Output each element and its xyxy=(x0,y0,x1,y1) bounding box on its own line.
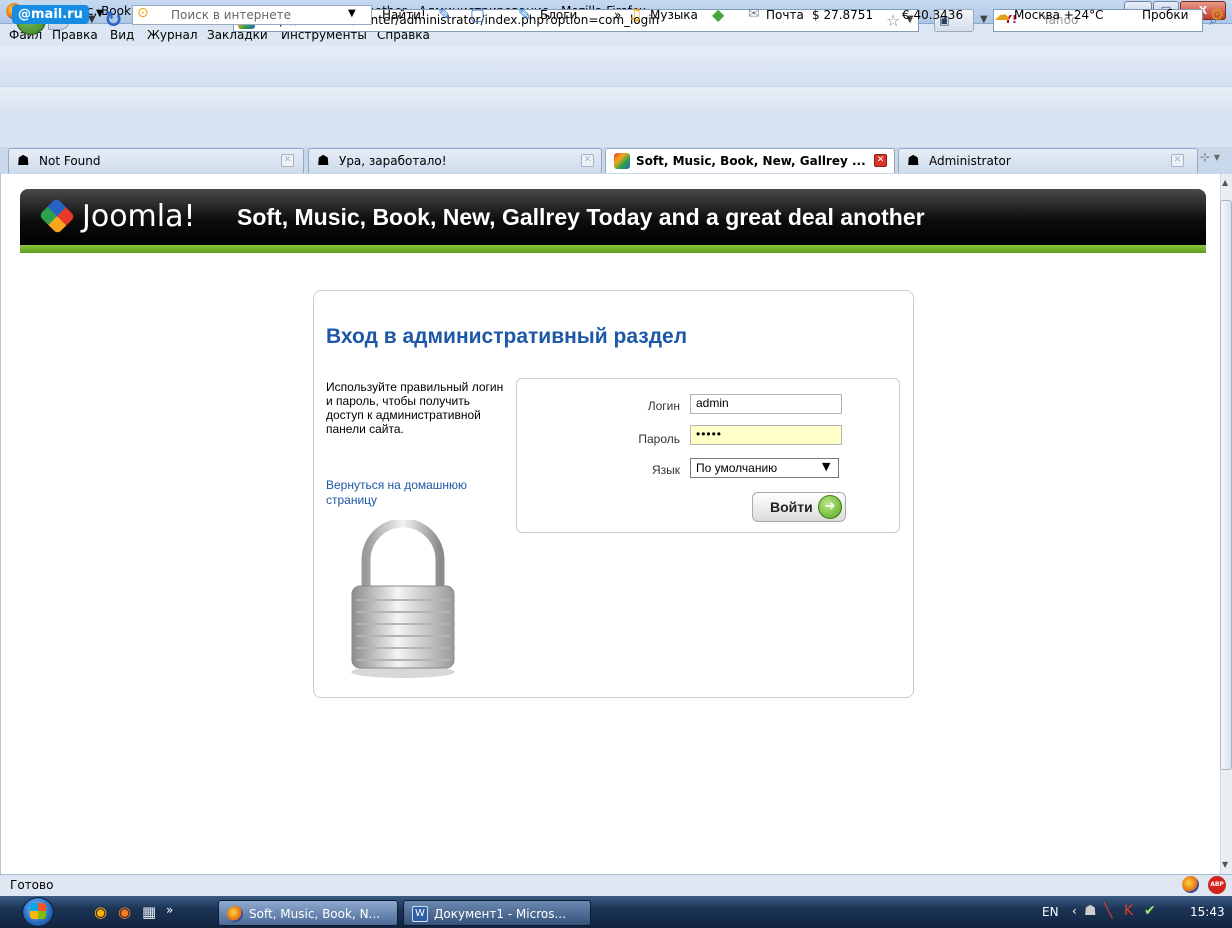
bookmark-star-icon[interactable]: ☆ xyxy=(886,11,900,30)
mail-button[interactable]: Почта xyxy=(766,8,804,22)
joomla-logo-text: Joomla! xyxy=(82,199,196,234)
tray-antivirus-icon[interactable]: ╲ xyxy=(1104,903,1112,919)
spy-icon: ☗ xyxy=(17,153,30,169)
arrow-right-icon[interactable]: ➜ xyxy=(818,495,842,519)
highlight-pen-icon[interactable]: ✎ xyxy=(438,5,451,24)
more-chevron-icon[interactable]: » xyxy=(614,8,621,22)
windows-logo-icon xyxy=(30,903,46,919)
eur-rate[interactable]: € 40.3436 xyxy=(902,8,963,22)
tab-not-found[interactable]: ☗ Not Found ✕ xyxy=(8,148,304,173)
word-document-icon: W xyxy=(412,906,428,922)
usd-rate[interactable]: $ 27.8751 xyxy=(812,8,873,22)
tab-label: Soft, Music, Book, New, Gallrey ... xyxy=(636,154,866,168)
taskbar-label: Soft, Music, Book, N... xyxy=(249,907,380,921)
password-label: Пароль xyxy=(638,432,680,446)
music-button[interactable]: Музыка xyxy=(650,8,698,22)
joomla-favicon-icon xyxy=(614,153,630,169)
chevron-down-icon[interactable]: ▼ xyxy=(822,460,830,473)
tab-list-icon[interactable]: ⊹ ▾ xyxy=(1200,150,1220,164)
traffic-button[interactable]: Пробки xyxy=(1142,8,1188,22)
taskbar-word[interactable]: W Документ1 - Micros... xyxy=(403,900,591,926)
login-button-label[interactable]: Войти xyxy=(770,499,813,515)
status-bar xyxy=(0,874,1232,896)
tab-label: Not Found xyxy=(39,154,101,168)
quicklaunch-more-icon[interactable]: » xyxy=(166,903,173,917)
weather-cloud-icon: ☁ xyxy=(994,5,1010,24)
mailru-logo[interactable]: @mail.ru xyxy=(12,5,89,24)
login-heading: Вход в административный раздел xyxy=(326,325,688,348)
tab-label: Ура, заработало! xyxy=(339,154,447,168)
firefox-icon xyxy=(227,906,243,922)
weather-info[interactable]: Москва +24°C xyxy=(1014,8,1103,22)
mailru-search-dropdown-icon[interactable]: ▼ xyxy=(348,8,356,19)
mailru-search-placeholder: Поиск в интернете xyxy=(171,8,291,22)
tab-close-icon[interactable]: ✕ xyxy=(581,154,594,167)
mailru-dropdown-icon[interactable]: ▼ xyxy=(96,8,104,19)
taskbar-label: Документ1 - Micros... xyxy=(434,907,566,921)
language-indicator[interactable]: EN xyxy=(1042,905,1059,919)
scroll-up-icon[interactable]: ▲ xyxy=(1222,178,1228,187)
blogs-icon: ✎ xyxy=(518,5,532,24)
username-input[interactable]: admin xyxy=(690,394,842,414)
tab-administrator[interactable]: ☗ Administrator ✕ xyxy=(898,148,1198,173)
tray-kaspersky-icon[interactable]: K xyxy=(1124,903,1133,919)
page-search-icon[interactable]: ▢ xyxy=(470,5,485,24)
tab-soft-music-active[interactable]: Soft, Music, Book, New, Gallrey ... ✕ xyxy=(605,148,895,173)
tab-label: Administrator xyxy=(929,154,1011,168)
tray-expand-icon[interactable]: ‹ xyxy=(1072,904,1077,918)
agent-chat-icon[interactable]: ◆ xyxy=(712,5,724,24)
mail-envelope-icon: ✉ xyxy=(748,6,760,22)
adblock-icon[interactable]: ABP xyxy=(1208,876,1226,894)
taskbar-firefox[interactable]: Soft, Music, Book, N... xyxy=(218,900,398,926)
password-input[interactable]: ••••• xyxy=(690,425,842,445)
login-help-text: Используйте правильный логин и пароль, ч… xyxy=(326,380,504,436)
site-title: Soft, Music, Book, New, Gallrey Today an… xyxy=(237,204,925,230)
spy-icon: ☗ xyxy=(907,153,920,169)
tab-close-icon[interactable]: ✕ xyxy=(281,154,294,167)
status-text: Готово xyxy=(10,878,54,892)
padlock-icon xyxy=(351,520,455,678)
language-label: Язык xyxy=(651,463,680,477)
scrollbar-thumb[interactable] xyxy=(1220,200,1232,770)
reload-icon[interactable]: ↻ xyxy=(104,8,122,33)
quicklaunch-media-icon[interactable]: ▦ xyxy=(142,903,156,921)
quicklaunch-browser-icon[interactable]: ◉ xyxy=(94,903,107,921)
blogs-button[interactable]: Блоги xyxy=(540,8,577,22)
spy-icon: ☗ xyxy=(317,153,330,169)
header-green-stripe xyxy=(20,245,1206,253)
navigation-toolbar xyxy=(0,46,1232,86)
tray-clock[interactable]: 15:43 xyxy=(1190,905,1225,919)
settings-gear-icon[interactable]: ⚙ xyxy=(1210,5,1224,24)
tab-works[interactable]: ☗ Ура, заработало! ✕ xyxy=(308,148,602,173)
mailru-search-icon: ⊙ xyxy=(137,5,149,21)
language-select[interactable]: По умолчанию xyxy=(690,458,839,478)
username-label: Логин xyxy=(647,399,680,413)
tray-network-icon[interactable]: ✔ xyxy=(1144,903,1156,919)
mailru-toolbar xyxy=(0,86,1232,116)
scroll-down-icon[interactable]: ▼ xyxy=(1222,860,1228,869)
music-icon: ♫ xyxy=(628,5,643,24)
menu-history[interactable]: Журнал xyxy=(147,28,198,42)
home-link[interactable]: Вернуться на домашнюю страницу xyxy=(326,478,496,508)
menu-edit[interactable]: Правка xyxy=(52,28,98,42)
tab-close-icon[interactable]: ✕ xyxy=(874,154,887,167)
quicklaunch-firefox-icon[interactable]: ◉ xyxy=(118,903,131,921)
tab-close-icon[interactable]: ✕ xyxy=(1171,154,1184,167)
tray-spy-icon[interactable]: ☗ xyxy=(1084,903,1097,919)
camera-dropdown-icon[interactable]: ▼ xyxy=(980,14,988,25)
history-dropdown-icon[interactable]: ▼ xyxy=(88,14,96,25)
find-button[interactable]: Найти! xyxy=(382,8,426,22)
firefox-status-icon[interactable] xyxy=(1182,876,1199,893)
